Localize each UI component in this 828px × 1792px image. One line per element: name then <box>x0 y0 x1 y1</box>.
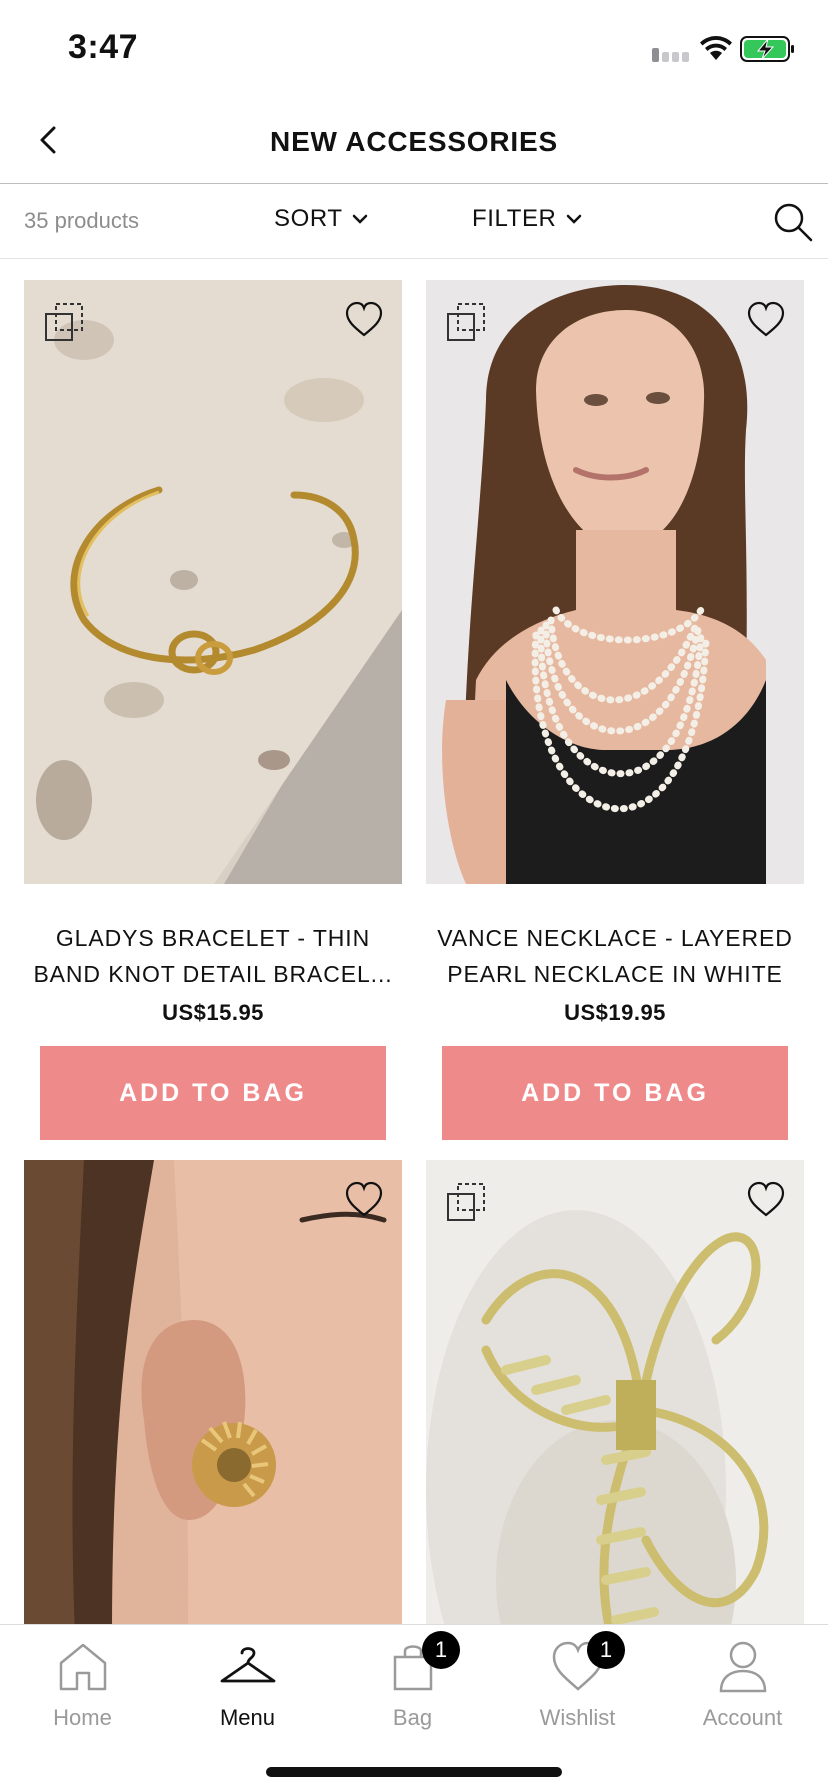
chevron-down-icon <box>566 214 581 224</box>
product-card[interactable]: GLADYS BRACELET - THIN BAND KNOT DETAIL … <box>24 280 402 1140</box>
chevron-down-icon <box>352 214 367 224</box>
status-bar: 3:47 <box>0 0 828 100</box>
bracelet-photo <box>24 280 402 884</box>
add-to-bag-button[interactable]: ADD TO BAG <box>40 1046 386 1140</box>
bag-count-badge: 1 <box>422 1631 460 1669</box>
heart-icon[interactable] <box>746 1180 786 1220</box>
sort-button[interactable]: SORT <box>274 205 369 233</box>
wishlist-count-badge: 1 <box>587 1631 625 1669</box>
quick-view-icon[interactable] <box>444 1180 488 1224</box>
product-card[interactable]: VANCE NECKLACE - LAYERED PEARL NECKLACE … <box>426 280 804 1140</box>
cellular-signal-icon <box>652 46 694 62</box>
heart-icon[interactable] <box>344 300 384 340</box>
nav-item-menu[interactable]: Menu <box>165 1625 330 1745</box>
home-icon <box>59 1643 106 1691</box>
user-icon <box>719 1641 766 1693</box>
nav-label-account: Account <box>702 1705 783 1730</box>
heart-icon[interactable] <box>344 1180 384 1220</box>
product-name[interactable]: VANCE NECKLACE - LAYERED PEARL NECKLACE … <box>426 920 804 992</box>
status-time: 3:47 <box>68 28 139 66</box>
nav-item-home[interactable]: Home <box>0 1625 165 1745</box>
quick-view-icon[interactable] <box>444 300 488 344</box>
product-image[interactable] <box>426 280 804 884</box>
filter-button[interactable]: FILTER <box>472 205 583 233</box>
wifi-icon <box>700 36 732 60</box>
filter-label: FILTER <box>472 205 557 232</box>
header: NEW ACCESSORIES <box>0 100 828 184</box>
nav-item-bag[interactable]: 1 Bag <box>330 1625 495 1745</box>
nav-item-account[interactable]: Account <box>660 1625 825 1745</box>
hanger-icon <box>220 1647 275 1683</box>
sort-label: SORT <box>274 205 343 232</box>
nav-label-menu: Menu <box>219 1705 276 1730</box>
nav-label-wishlist: Wishlist <box>539 1705 616 1730</box>
nav-label-home: Home <box>53 1705 112 1730</box>
search-icon[interactable] <box>772 201 814 243</box>
product-price: US$15.95 <box>162 1000 264 1025</box>
add-to-bag-button[interactable]: ADD TO BAG <box>442 1046 788 1140</box>
pearl-necklace-photo <box>426 280 804 884</box>
toolbar: 35 products SORT FILTER <box>0 185 828 259</box>
product-count: 35 products <box>24 208 139 233</box>
page-title: NEW ACCESSORIES <box>270 126 558 157</box>
heart-icon[interactable] <box>746 300 786 340</box>
quick-view-icon[interactable] <box>42 300 86 344</box>
product-price: US$19.95 <box>564 1000 666 1025</box>
home-indicator <box>266 1767 562 1777</box>
battery-charging-icon <box>740 36 794 62</box>
nav-label-bag: Bag <box>392 1705 433 1730</box>
product-name[interactable]: GLADYS BRACELET - THIN BAND KNOT DETAIL … <box>24 920 402 992</box>
nav-item-wishlist[interactable]: 1 Wishlist <box>495 1625 660 1745</box>
product-image[interactable] <box>24 280 402 884</box>
